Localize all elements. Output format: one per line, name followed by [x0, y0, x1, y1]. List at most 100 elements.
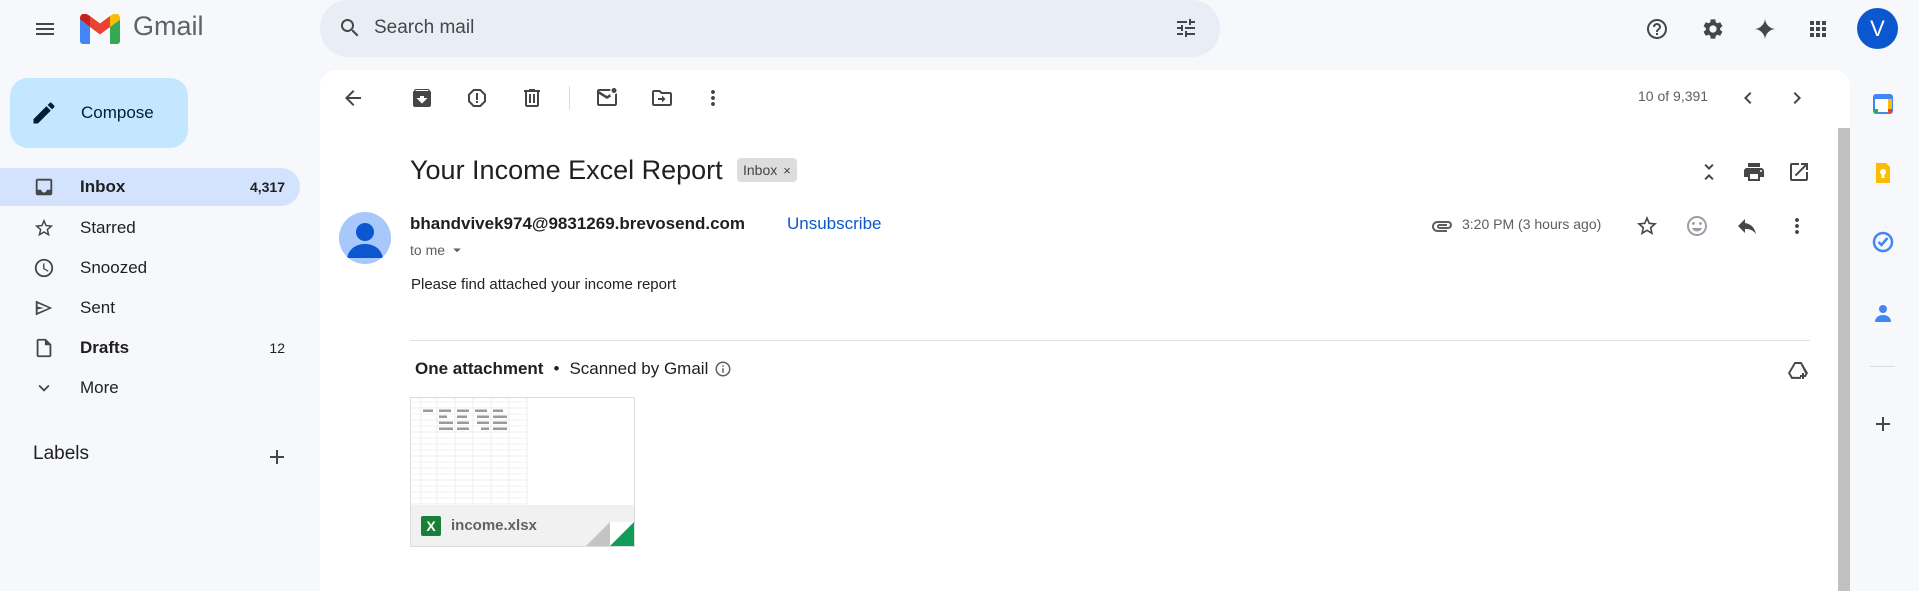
rail-divider	[1870, 366, 1895, 367]
sidebar-item-label: Sent	[80, 298, 115, 317]
received-time: 3:20 PM (3 hours ago)	[1462, 216, 1602, 232]
mark-unread-button[interactable]	[587, 78, 627, 118]
sender-avatar[interactable]	[339, 212, 391, 264]
sidebar-item-drafts[interactable]: Drafts 12	[0, 329, 300, 367]
gmail-logo[interactable]	[80, 14, 120, 44]
report-icon	[468, 89, 486, 107]
drive-add-icon	[1788, 362, 1808, 379]
mark-unread-icon	[597, 88, 617, 106]
search-bar[interactable]	[320, 0, 1220, 57]
archive-button[interactable]	[402, 78, 442, 118]
calendar-app-button[interactable]	[1863, 84, 1903, 124]
print-icon	[1744, 163, 1764, 181]
star-button[interactable]	[1627, 206, 1667, 246]
sidebar-item-label: Snoozed	[80, 258, 148, 277]
attachments-divider	[410, 340, 1810, 341]
star-icon	[34, 218, 54, 237]
back-button[interactable]	[333, 78, 373, 118]
add-reaction-button[interactable]	[1677, 206, 1717, 246]
info-icon[interactable]	[714, 360, 732, 378]
recipient-label: to me	[410, 242, 446, 258]
gmail-wordmark: Gmail	[133, 11, 204, 41]
star-outline-icon	[1637, 216, 1657, 235]
search-input[interactable]	[374, 14, 1074, 42]
message-more-button[interactable]	[1777, 206, 1817, 246]
sidebar-item-starred[interactable]: Starred	[0, 209, 300, 247]
sidebar-item-more[interactable]: More	[0, 369, 300, 407]
excel-corner-icon	[586, 522, 634, 546]
sidebar-item-sent[interactable]: Sent	[0, 289, 300, 327]
contacts-icon	[1875, 305, 1891, 322]
paperclip-icon	[1432, 221, 1452, 232]
attachments-header: One attachment • Scanned by Gmail	[415, 359, 732, 379]
move-to-button[interactable]	[642, 78, 682, 118]
drafts-count: 12	[269, 340, 285, 356]
email-body: Please find attached your income report	[411, 276, 677, 293]
tune-icon	[1177, 19, 1195, 37]
create-label-button[interactable]	[261, 441, 293, 473]
inbox-icon	[35, 178, 53, 196]
search-options-button[interactable]	[1166, 8, 1206, 48]
sidebar-item-label: Starred	[80, 218, 136, 237]
inbox-label-chip[interactable]: Inbox ×	[737, 158, 797, 182]
chevron-down-icon	[38, 384, 50, 392]
account-avatar[interactable]: V	[1857, 8, 1898, 49]
get-addons-button[interactable]	[1863, 404, 1903, 444]
compose-label: Compose	[81, 103, 154, 122]
reply-button[interactable]	[1727, 206, 1767, 246]
draft-icon	[36, 338, 52, 358]
main-menu-button[interactable]	[24, 8, 66, 50]
trash-icon	[524, 89, 540, 107]
remove-label-button[interactable]: ×	[783, 163, 791, 178]
label-chip-text: Inbox	[743, 162, 778, 178]
send-icon	[35, 300, 53, 316]
pencil-icon	[33, 102, 55, 124]
newer-button[interactable]	[1728, 78, 1768, 118]
attachment-card[interactable]: X income.xlsx	[410, 397, 635, 547]
add-to-drive-button[interactable]	[1778, 350, 1818, 390]
support-button[interactable]	[1636, 8, 1678, 50]
calendar-icon	[1873, 94, 1893, 114]
keep-icon	[1876, 163, 1890, 183]
collapse-all-button[interactable]	[1689, 152, 1729, 192]
help-icon	[1647, 19, 1667, 39]
more-actions-button[interactable]	[693, 78, 733, 118]
unsubscribe-link[interactable]: Unsubscribe	[787, 214, 882, 234]
reply-icon	[1738, 219, 1756, 234]
search-icon	[341, 19, 359, 37]
emoji-icon	[1687, 216, 1707, 236]
gmail-m-icon	[80, 14, 120, 44]
open-new-window-button[interactable]	[1779, 152, 1819, 192]
spreadsheet-thumbnail	[411, 398, 634, 506]
scanned-label: Scanned by Gmail	[569, 359, 709, 378]
delete-button[interactable]	[512, 78, 552, 118]
arrow-drop-down-icon	[453, 248, 461, 253]
settings-button[interactable]	[1692, 8, 1734, 50]
sparkle-icon	[1755, 19, 1775, 39]
contacts-app-button[interactable]	[1863, 293, 1903, 333]
more-vert-icon	[1795, 218, 1799, 234]
compose-button[interactable]: Compose	[10, 78, 188, 148]
gemini-button[interactable]	[1744, 8, 1786, 50]
sidebar-item-snoozed[interactable]: Snoozed	[0, 249, 300, 287]
older-button[interactable]	[1777, 78, 1817, 118]
google-apps-button[interactable]	[1797, 8, 1839, 50]
clock-icon	[34, 258, 54, 278]
more-vert-icon	[711, 90, 715, 106]
sender-address[interactable]: bhandvivek974@9831269.brevosend.com	[410, 214, 745, 234]
attachment-count: One attachment	[415, 359, 544, 378]
labels-heading: Labels	[33, 443, 89, 464]
print-button[interactable]	[1734, 152, 1774, 192]
sidebar-item-inbox[interactable]: Inbox 4,317	[0, 168, 300, 206]
attachment-filename: income.xlsx	[451, 517, 537, 534]
message-scrollbar[interactable]	[1838, 128, 1850, 591]
chevron-left-icon	[1744, 92, 1752, 104]
chevron-right-icon	[1793, 92, 1801, 104]
search-button[interactable]	[330, 8, 370, 48]
keep-app-button[interactable]	[1863, 153, 1903, 193]
recipient-details-toggle[interactable]: to me	[410, 241, 466, 259]
tasks-app-button[interactable]	[1863, 222, 1903, 262]
report-spam-button[interactable]	[457, 78, 497, 118]
header-separator: •	[553, 359, 560, 378]
sidebar-item-label: Drafts	[80, 338, 130, 357]
